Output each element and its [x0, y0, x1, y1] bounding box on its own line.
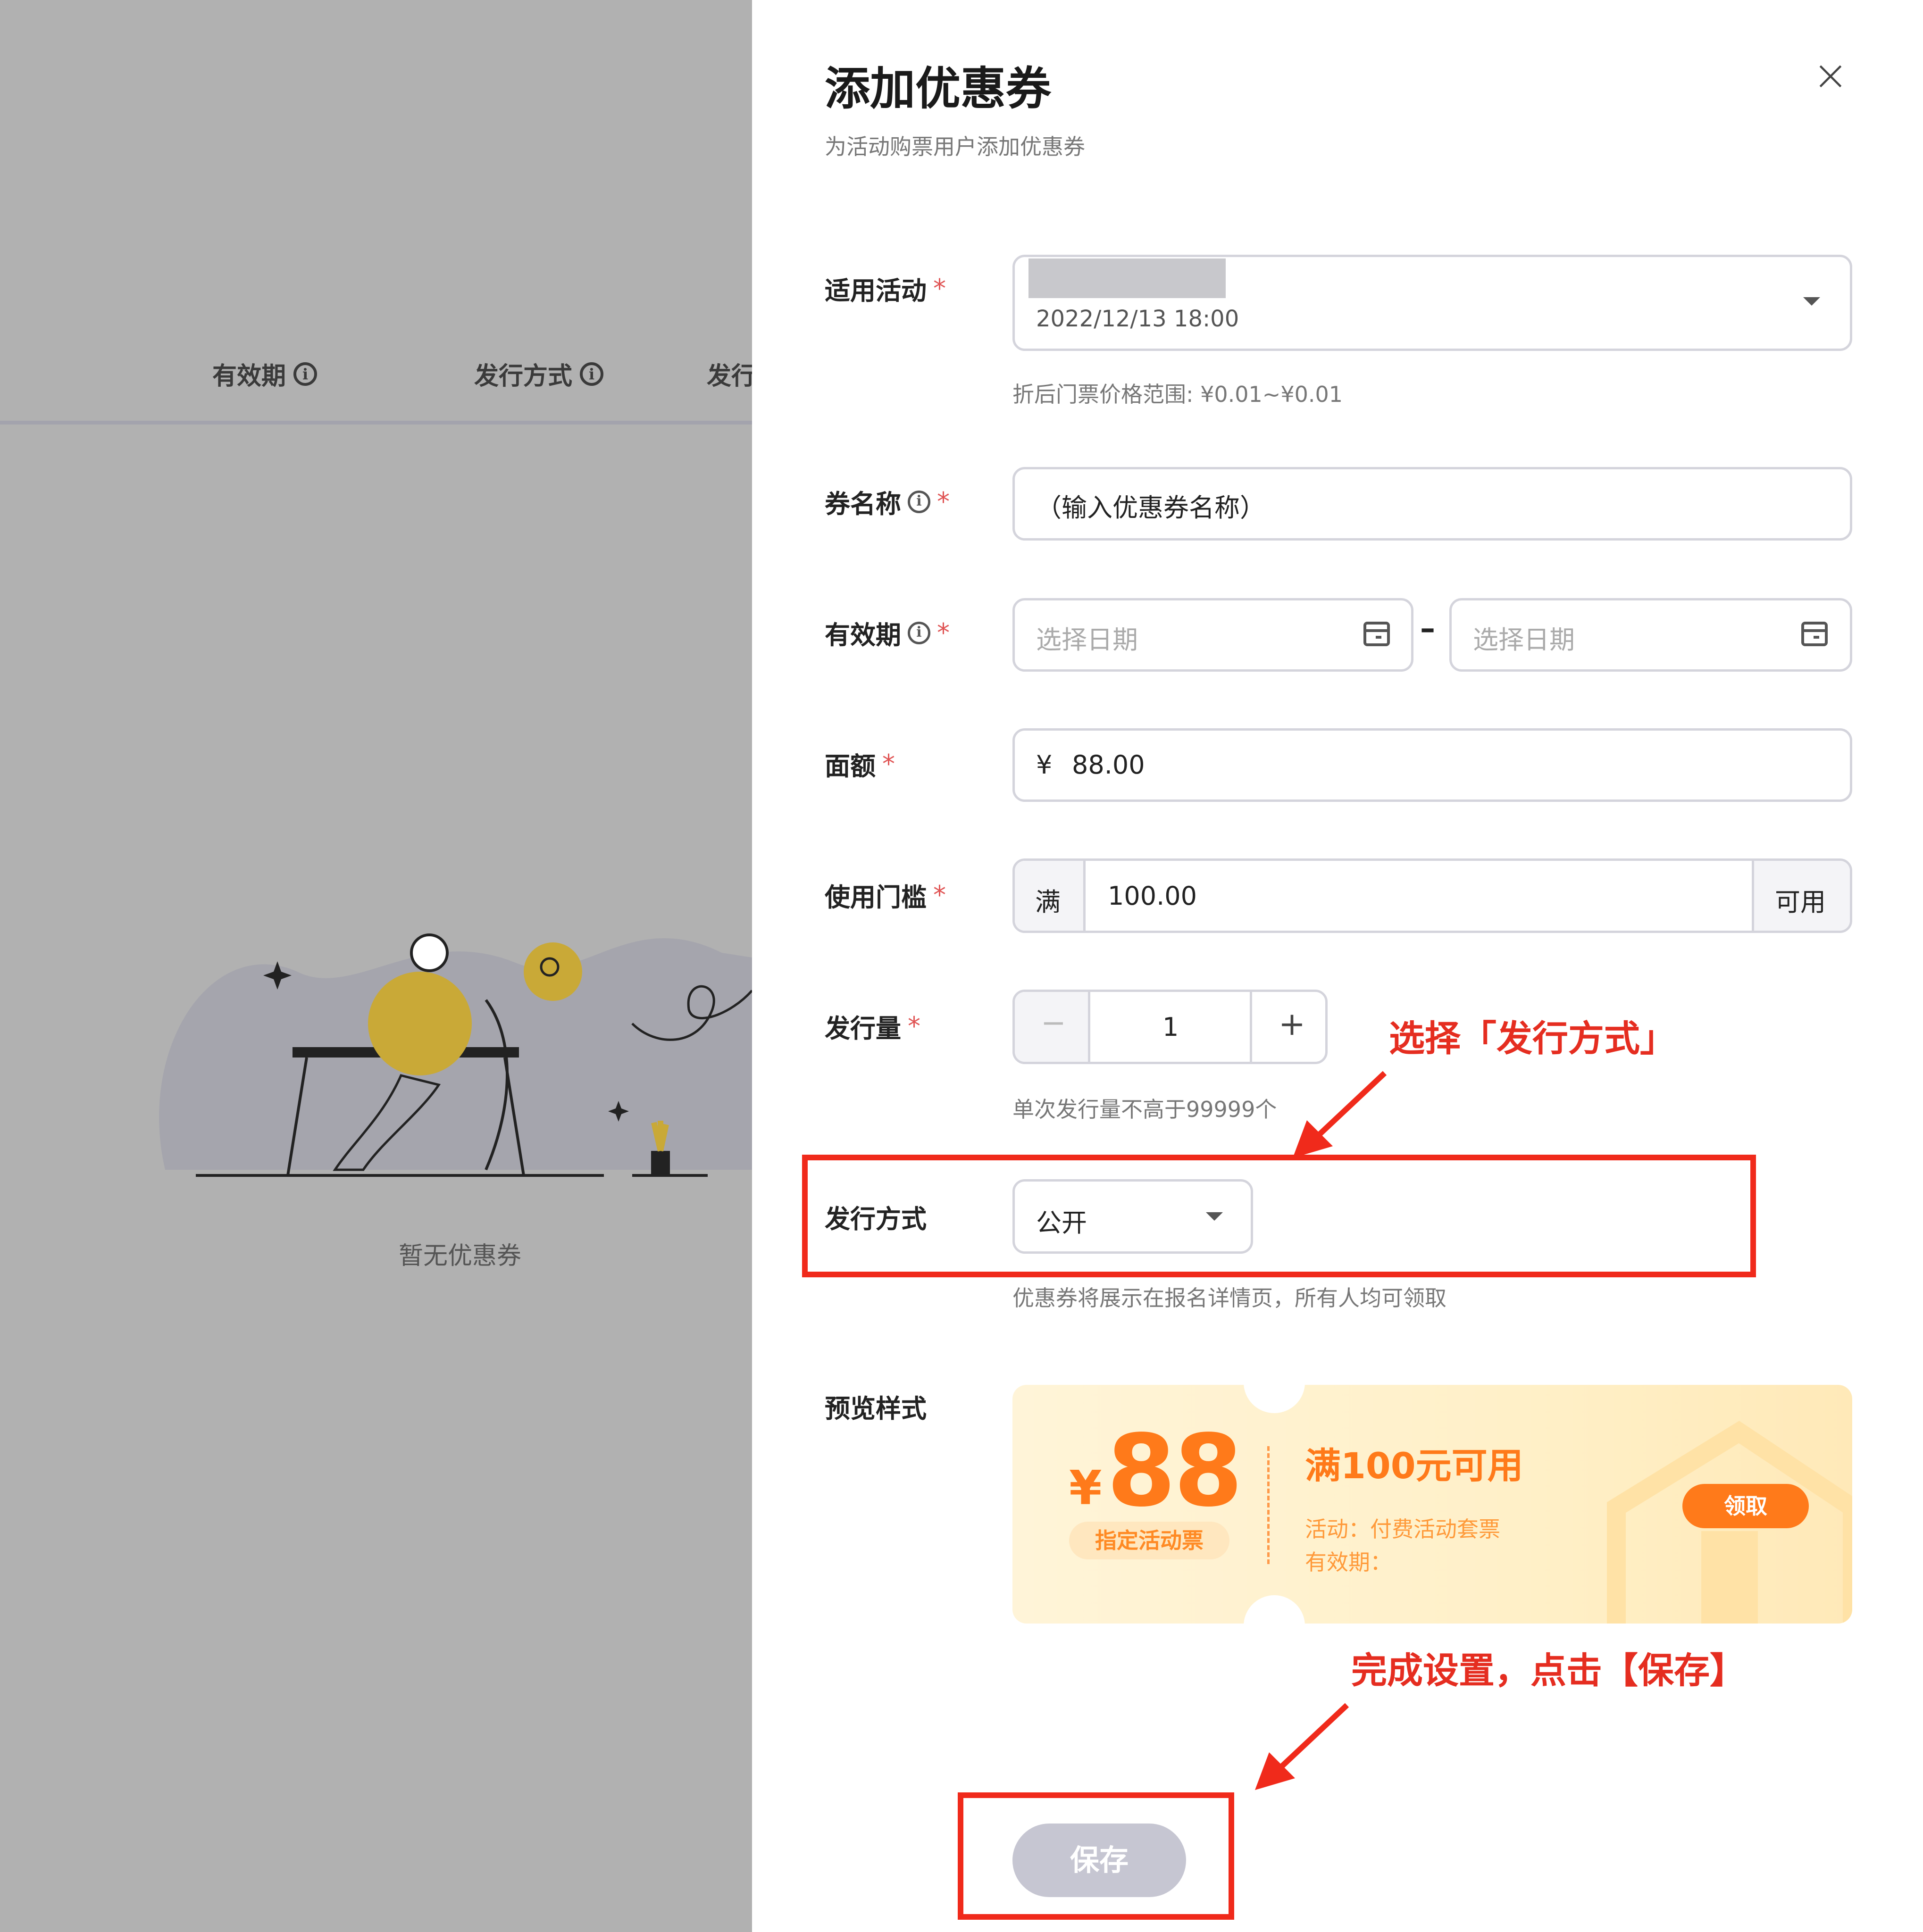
info-icon: i — [293, 362, 318, 386]
coupon-currency: ¥ — [1069, 1460, 1102, 1516]
required-mark: * — [908, 1011, 920, 1041]
coupon-name-placeholder: （输入优惠券名称） — [1036, 493, 1265, 523]
label-text: 面额 — [825, 751, 876, 781]
required-mark: * — [937, 487, 950, 516]
required-mark: * — [933, 880, 946, 910]
end-date-placeholder: 选择日期 — [1473, 625, 1575, 655]
required-mark: * — [937, 618, 950, 648]
empty-state-illustration — [159, 933, 752, 1177]
column-label: 有效期 — [212, 362, 286, 391]
currency-prefix: ¥ — [1036, 750, 1053, 780]
column-label: 发行 — [707, 362, 756, 391]
column-header-issue: 发行 — [707, 356, 756, 391]
threshold-input[interactable]: 100.00 — [1108, 881, 1197, 911]
quantity-label: 发行量 * — [825, 1008, 920, 1045]
coupon-divider — [1267, 1446, 1270, 1564]
coupon-validity-line: 有效期： — [1305, 1549, 1392, 1575]
coupon-activity-line: 活动：付费活动套票 — [1305, 1516, 1500, 1542]
drawer-title: 添加优惠券 — [825, 62, 1051, 115]
column-header-issue-method: 发行方式 i — [474, 356, 604, 391]
activity-label: 适用活动 * — [825, 270, 946, 307]
annotation-arrow-icon — [1293, 1071, 1387, 1158]
activity-date: 2022/12/13 18:00 — [1036, 306, 1239, 332]
threshold-suffix: 可用 — [1775, 887, 1826, 917]
background-page-overlay: 有效期 i 发行方式 i 发行 暂无优惠券 — [0, 0, 756, 1932]
issue-method-hint: 优惠券将展示在报名详情页，所有人均可领取 — [1012, 1285, 1446, 1311]
start-date-placeholder: 选择日期 — [1036, 625, 1138, 655]
chevron-down-icon[interactable] — [1803, 297, 1820, 306]
label-text: 预览样式 — [825, 1394, 927, 1424]
info-icon: i — [580, 362, 604, 386]
label-text: 使用门槛 — [825, 883, 927, 912]
activity-price-hint: 折后门票价格范围: ¥0.01~¥0.01 — [1012, 382, 1343, 407]
face-value-text: 88.00 — [1072, 750, 1145, 780]
issue-method-value: 公开 — [1036, 1208, 1087, 1238]
chevron-down-icon[interactable] — [1206, 1212, 1223, 1221]
label-text: 发行方式 — [825, 1204, 927, 1234]
coupon-claim-button[interactable]: 领取 — [1682, 1484, 1809, 1528]
table-header — [0, 330, 752, 425]
drawer-subtitle: 为活动购票用户添加优惠券 — [825, 134, 1085, 159]
coupon-condition: 满100元可用 — [1305, 1445, 1523, 1487]
plus-icon[interactable]: + — [1279, 1006, 1305, 1043]
column-header-validity: 有效期 i — [212, 356, 318, 391]
required-mark: * — [933, 274, 946, 303]
save-button[interactable]: 保存 — [1012, 1824, 1186, 1897]
date-range-separator: – — [1420, 611, 1435, 646]
coupon-tag: 指定活动票 — [1069, 1522, 1229, 1559]
coupon-amount: 88 — [1107, 1413, 1243, 1529]
coupon-name-label: 券名称 i * — [825, 483, 950, 520]
info-icon[interactable]: i — [908, 490, 930, 513]
annotation-save-hint: 完成设置，点击【保存】 — [1351, 1649, 1746, 1691]
preview-label: 预览样式 — [825, 1388, 927, 1425]
calendar-icon[interactable] — [1363, 622, 1390, 646]
annotation-highlight-box — [802, 1155, 1756, 1277]
calendar-icon[interactable] — [1801, 622, 1828, 646]
coupon-notch — [1244, 1385, 1305, 1413]
info-icon[interactable]: i — [908, 621, 930, 644]
quantity-hint: 单次发行量不高于99999个 — [1012, 1097, 1277, 1122]
label-text: 有效期 — [825, 620, 901, 650]
required-mark: * — [882, 749, 895, 779]
label-text: 券名称 — [825, 489, 901, 519]
label-text: 发行量 — [825, 1014, 901, 1043]
annotation-arrow-icon — [1255, 1703, 1349, 1790]
threshold-label: 使用门槛 * — [825, 876, 946, 914]
coupon-preview-card: ¥ 88 指定活动票 满100元可用 活动：付费活动套票 有效期： 领取 — [1012, 1385, 1852, 1624]
quantity-value[interactable]: 1 — [1162, 1012, 1179, 1042]
close-icon[interactable]: × — [1812, 54, 1849, 97]
label-text: 适用活动 — [825, 276, 927, 306]
face-value-label: 面额 * — [825, 745, 895, 783]
threshold-prefix: 满 — [1035, 887, 1061, 917]
issue-method-label: 发行方式 — [825, 1198, 927, 1235]
column-label: 发行方式 — [474, 362, 573, 391]
annotation-select-method: 选择「发行方式」 — [1389, 1017, 1676, 1059]
validity-label: 有效期 i * — [825, 614, 950, 651]
minus-icon[interactable]: − — [1041, 1006, 1066, 1041]
coupon-notch — [1244, 1595, 1305, 1624]
activity-name-redacted — [1028, 258, 1226, 298]
